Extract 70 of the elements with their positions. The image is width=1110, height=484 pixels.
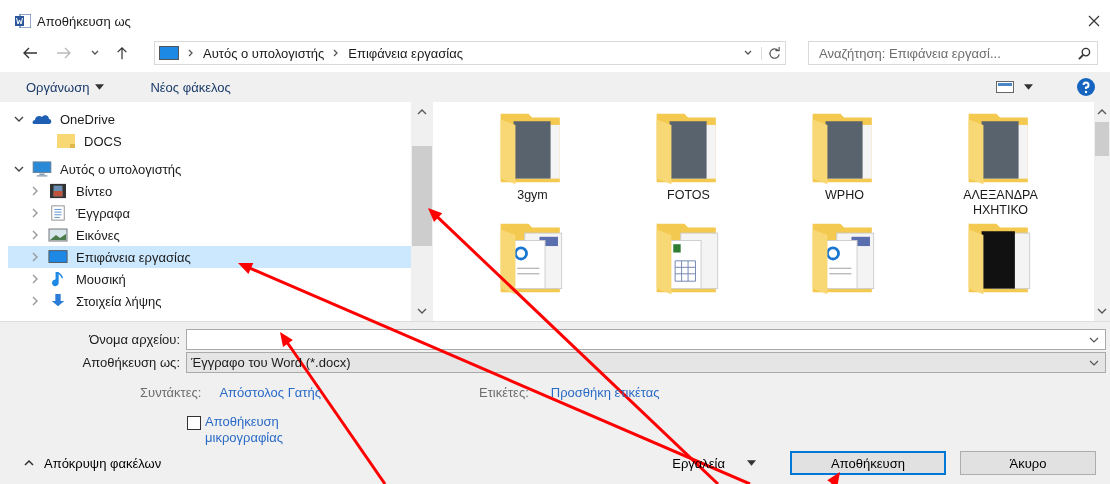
file-type-dropdown[interactable]: Έγγραφο του Word (*.docx) (186, 352, 1106, 373)
folder-name[interactable]: ΑΛΕΞΑΝΔΡΑ ΗΧΗΤΙΚΟ (940, 188, 1061, 218)
up-arrow-icon[interactable] (114, 46, 130, 60)
view-icon[interactable] (996, 81, 1014, 93)
search-field[interactable]: Αναζήτηση: Επιφάνεια εργασί... (808, 41, 1098, 65)
field-label: Αποθήκευση ως: (81, 355, 181, 370)
authors-label: Συντάκτες: (140, 384, 202, 400)
picture-icon (48, 227, 68, 243)
address-bar[interactable]: Αυτός ο υπολογιστής Επιφάνεια εργασίας (154, 41, 786, 65)
caret-icon (747, 460, 756, 466)
hide-folders-button[interactable]: Απόκρυψη φακέλων (20, 453, 166, 473)
chevron-up-icon[interactable] (1097, 108, 1107, 116)
chevron-up-icon[interactable] (417, 108, 427, 116)
checkbox[interactable] (187, 416, 201, 430)
film-icon (48, 183, 68, 199)
tags-label: Ετικέτες: (478, 384, 529, 400)
chevron-right-icon (187, 48, 195, 58)
help-icon[interactable] (1077, 78, 1095, 96)
chevron-down-icon[interactable] (417, 307, 427, 315)
chevron-down-icon[interactable] (14, 114, 24, 124)
chevron-right-icon[interactable] (30, 296, 40, 306)
scrollbar-thumb[interactable] (412, 146, 432, 246)
chevron-down-icon[interactable] (1097, 307, 1107, 315)
window-title: Αποθήκευση ως (37, 13, 132, 29)
cancel-button[interactable]: Άκυρο (960, 451, 1096, 475)
folder-icon (56, 133, 76, 149)
word-icon (15, 14, 31, 28)
nav-item[interactable]: Μουσική (8, 268, 411, 290)
document-icon (48, 205, 68, 221)
scrollbar-thumb[interactable] (1095, 122, 1109, 156)
close-icon[interactable] (1088, 15, 1100, 27)
nav-item[interactable]: Βίντεο (8, 180, 411, 202)
back-arrow-icon[interactable] (22, 46, 38, 60)
chevron-down-icon (1089, 359, 1099, 366)
chevron-right-icon[interactable] (30, 208, 40, 218)
chevron-up-icon (24, 460, 34, 466)
nav-item[interactable]: Εικόνες (8, 224, 411, 246)
save-button[interactable]: Αποθήκευση (790, 451, 946, 475)
new-folder-button[interactable]: Νέος φάκελος (142, 75, 239, 99)
search-icon (1078, 46, 1091, 60)
annotation-arrow (827, 472, 840, 484)
scrollbar[interactable] (411, 102, 433, 321)
authors-link[interactable]: Απόστολος Γατής (219, 384, 321, 400)
checkbox-label[interactable]: Αποθήκευση μικρογραφίας (205, 414, 325, 446)
chevron-right-icon[interactable] (30, 230, 40, 240)
chevron-right-icon[interactable] (30, 186, 40, 196)
breadcrumb-item[interactable]: Επιφάνεια εργασίας (348, 45, 463, 61)
nav-item[interactable]: DOCS (8, 130, 411, 152)
nav-item[interactable]: Αυτός ο υπολογιστής (8, 158, 411, 180)
chevron-down-icon[interactable] (14, 164, 24, 174)
desktop-icon (48, 249, 68, 265)
nav-item[interactable]: Στοιχεία λήψης (8, 290, 411, 312)
breadcrumb-item[interactable]: Αυτός ο υπολογιστής (203, 45, 325, 61)
caret-icon (95, 84, 105, 90)
organize-button[interactable]: Οργάνωση (18, 75, 113, 99)
nav-item[interactable]: Επιφάνεια εργασίας (8, 246, 411, 268)
caret-icon (1024, 84, 1033, 90)
chevron-down-icon (1089, 336, 1099, 343)
folder-name[interactable]: FOTOS (628, 188, 749, 203)
scrollbar[interactable] (1094, 102, 1110, 321)
desktop-icon (159, 46, 179, 60)
computer-icon (32, 161, 52, 177)
folder-name[interactable]: WPHO (784, 188, 905, 203)
field-label: Όνομα αρχείου: (88, 332, 181, 347)
nav-item[interactable]: Έγγραφα (8, 202, 411, 224)
folder-name[interactable]: 3gym (472, 188, 593, 203)
filename-field[interactable] (186, 329, 1106, 350)
chevron-right-icon[interactable] (30, 274, 40, 284)
refresh-icon[interactable] (761, 46, 781, 60)
nav-item[interactable]: OneDrive (8, 108, 411, 130)
